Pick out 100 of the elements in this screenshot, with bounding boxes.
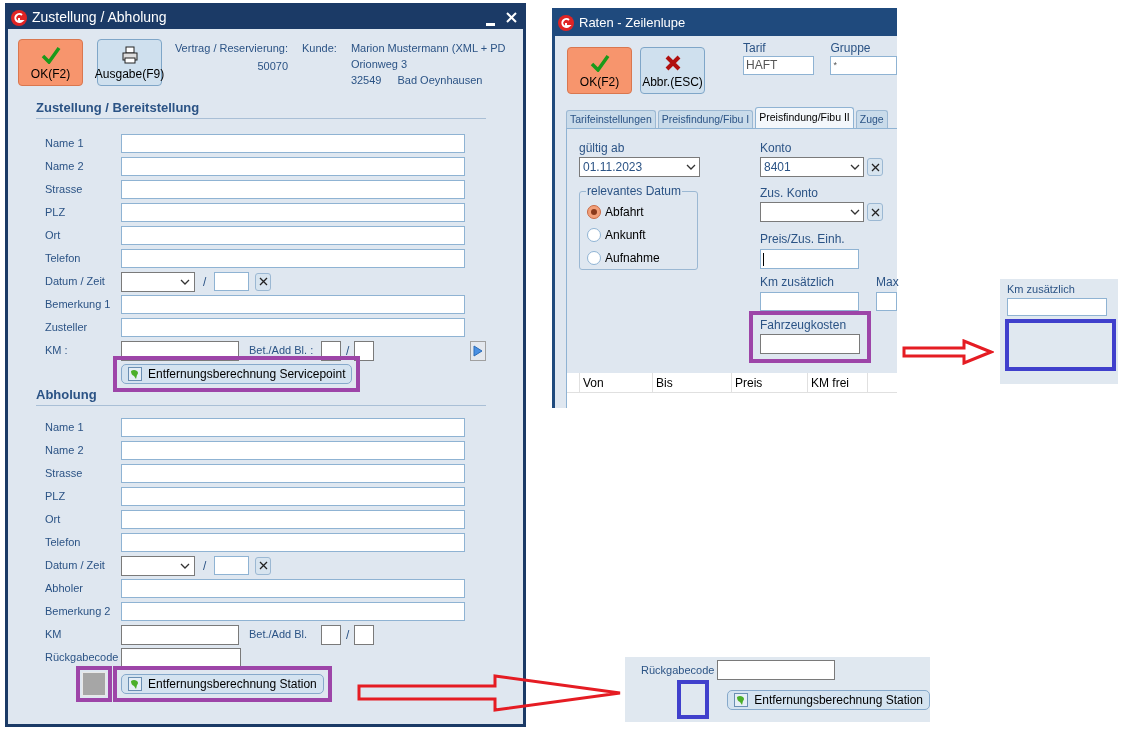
input-field[interactable] bbox=[121, 579, 465, 598]
separator-text: / bbox=[203, 273, 207, 291]
input-field[interactable]: HAFT bbox=[743, 56, 815, 75]
field-label: Name 1 bbox=[45, 420, 85, 436]
customer-label: Kunde: bbox=[302, 41, 337, 56]
radio-option[interactable]: Ankunft bbox=[587, 225, 697, 245]
field-label: Name 2 bbox=[45, 159, 85, 175]
distance-button[interactable]: Entfernungsberechnung Station bbox=[727, 689, 930, 710]
field-label: KM : bbox=[45, 343, 69, 359]
input-field[interactable] bbox=[760, 334, 860, 354]
tab[interactable]: Zuge bbox=[855, 110, 888, 128]
logo-icon bbox=[558, 15, 574, 31]
km-field[interactable] bbox=[121, 624, 239, 645]
field-label: Max bbox=[876, 275, 897, 289]
account-dropdown[interactable]: 8401 bbox=[760, 157, 864, 177]
customer-zip: 32549 bbox=[350, 73, 382, 88]
field-label: Km zusätzlich bbox=[760, 275, 836, 289]
field-label: Rückgabecode bbox=[641, 662, 716, 678]
input-field[interactable] bbox=[121, 487, 465, 506]
field-label: Preis/Zus. Einh. bbox=[760, 232, 846, 246]
field-label: Ort bbox=[45, 228, 62, 244]
next-button[interactable] bbox=[470, 340, 486, 361]
input-field[interactable] bbox=[354, 624, 375, 645]
map-icon bbox=[128, 367, 142, 381]
input-field[interactable] bbox=[121, 647, 241, 668]
input-field[interactable] bbox=[717, 660, 835, 680]
section-heading: Zustellung / Bereitstellung bbox=[36, 99, 200, 116]
output-button[interactable]: Ausgabe(F9) bbox=[97, 39, 162, 86]
account-dropdown[interactable] bbox=[760, 202, 864, 222]
input-field[interactable] bbox=[121, 203, 465, 222]
input-field[interactable] bbox=[1007, 298, 1107, 316]
input-field[interactable] bbox=[760, 249, 859, 269]
ok-button[interactable]: OK(F2) bbox=[567, 47, 632, 94]
field-label: PLZ bbox=[45, 489, 67, 505]
distance-button[interactable]: Entfernungsberechnung Station bbox=[121, 674, 324, 694]
empty-slot-frame bbox=[677, 680, 710, 719]
tab[interactable]: Preisfindung/Fibu II bbox=[755, 107, 854, 128]
distance-button[interactable]: Entfernungsberechnung Servicepoint bbox=[121, 364, 353, 384]
field-label: Bet./Add Bl. bbox=[249, 627, 309, 643]
input-field[interactable] bbox=[121, 533, 465, 552]
radio-option[interactable]: Abfahrt bbox=[587, 202, 697, 222]
input-field[interactable]: * bbox=[830, 56, 897, 75]
input-field[interactable] bbox=[121, 418, 465, 437]
date-dropdown[interactable] bbox=[121, 271, 195, 292]
check-icon bbox=[589, 53, 610, 72]
close-icon bbox=[870, 162, 880, 172]
clear-button[interactable] bbox=[867, 203, 883, 221]
input-field[interactable] bbox=[321, 624, 341, 645]
column-header: Preis bbox=[732, 373, 808, 392]
date-dropdown[interactable]: 01.11.2023 bbox=[579, 157, 700, 177]
clear-button[interactable] bbox=[867, 158, 883, 176]
field-label: Bemerkung 2 bbox=[45, 604, 112, 620]
input-field[interactable] bbox=[121, 134, 465, 153]
contract-label: Vertrag / Reservierung: bbox=[174, 41, 288, 56]
field-label: Telefon bbox=[45, 251, 82, 267]
field-label: Telefon bbox=[45, 535, 82, 551]
chevron-down-icon bbox=[850, 209, 860, 215]
input-field[interactable] bbox=[121, 295, 465, 314]
input-field[interactable] bbox=[121, 441, 465, 460]
date-dropdown[interactable] bbox=[121, 555, 195, 576]
check-icon bbox=[40, 45, 61, 64]
tab[interactable]: Preisfindung/Fibu I bbox=[657, 110, 754, 128]
field-label: Km zusätzlich bbox=[1007, 282, 1076, 296]
separator-text: / bbox=[346, 342, 350, 360]
clear-button[interactable] bbox=[255, 556, 272, 575]
input-field[interactable] bbox=[121, 510, 465, 529]
section-heading: Abholung bbox=[36, 386, 97, 403]
field-label: Zusteller bbox=[45, 320, 89, 336]
input-field[interactable] bbox=[121, 180, 465, 199]
field-label: Strasse bbox=[45, 466, 84, 482]
chevron-down-icon bbox=[180, 562, 190, 569]
ok-button[interactable]: OK(F2) bbox=[18, 39, 83, 86]
input-field[interactable] bbox=[121, 157, 465, 176]
field-label: Bet./Add Bl. : bbox=[249, 343, 315, 359]
customer-text: Orionweg 3 bbox=[350, 57, 409, 72]
field-label: Name 2 bbox=[45, 443, 85, 459]
map-icon bbox=[128, 677, 142, 691]
cancel-button[interactable]: Abbr.(ESC) bbox=[640, 47, 705, 94]
input-field[interactable] bbox=[121, 602, 465, 621]
input-field[interactable] bbox=[121, 226, 465, 245]
input-field[interactable] bbox=[876, 292, 897, 311]
chevron-down-icon bbox=[180, 278, 190, 285]
input-field[interactable] bbox=[121, 249, 465, 268]
clear-button[interactable] bbox=[255, 272, 272, 291]
column-header: Von bbox=[580, 373, 653, 392]
field-label: Tarif bbox=[743, 40, 767, 56]
input-field[interactable] bbox=[121, 464, 465, 483]
time-field[interactable] bbox=[214, 272, 250, 291]
field-label: Datum / Zeit bbox=[45, 274, 106, 290]
play-icon bbox=[473, 344, 484, 357]
input-field[interactable] bbox=[121, 318, 465, 337]
field-label: KM bbox=[45, 627, 63, 643]
time-field[interactable] bbox=[214, 556, 250, 575]
input-field[interactable] bbox=[354, 340, 375, 361]
close-icon bbox=[505, 12, 517, 23]
field-label: gültig ab bbox=[579, 141, 626, 155]
input-field[interactable] bbox=[760, 292, 859, 311]
tab[interactable]: Tarifeinstellungen bbox=[566, 110, 656, 128]
field-label: Ort bbox=[45, 512, 62, 528]
radio-option[interactable]: Aufnahme bbox=[587, 248, 697, 268]
